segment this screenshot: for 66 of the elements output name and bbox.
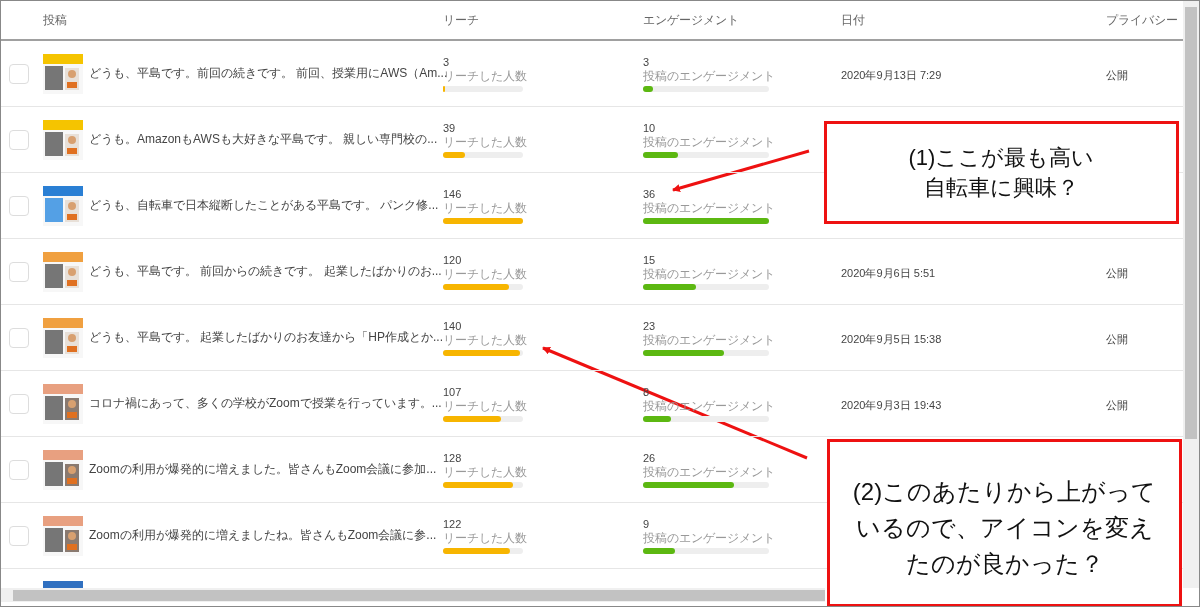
checkbox[interactable] bbox=[9, 525, 29, 546]
post-text[interactable]: Zoomの利用が爆発的に増えましたね。皆さんもZoom会議に参... bbox=[89, 527, 437, 544]
reach-count: 128 bbox=[443, 451, 463, 465]
callout-text: (2)このあたりから上がって bbox=[852, 477, 1157, 507]
checkbox[interactable] bbox=[9, 459, 29, 480]
engagement-label: 投稿のエンゲージメント bbox=[643, 201, 776, 216]
checkbox[interactable] bbox=[9, 63, 29, 84]
reach-count: 39 bbox=[443, 121, 457, 135]
checkbox[interactable] bbox=[9, 261, 29, 282]
callout-text: 自転車に興味？ bbox=[924, 173, 1079, 202]
date-cell: 2020年9月13日 7:29 bbox=[841, 68, 942, 81]
callout-text: たのが良かった？ bbox=[905, 549, 1104, 579]
reach-count: 120 bbox=[443, 253, 463, 267]
engagement-label: 投稿のエンゲージメント bbox=[643, 69, 776, 84]
reach-count: 146 bbox=[443, 187, 463, 201]
post-text[interactable]: どうも、自転車で日本縦断したことがある平島です。 パンク修... bbox=[89, 197, 439, 214]
engagement-label: 投稿のエンゲージメント bbox=[643, 135, 776, 150]
vertical-scrollbar[interactable] bbox=[1183, 1, 1199, 588]
post-text[interactable]: Zoomの利用が爆発的に増えました。皆さんもZoom会議に参加... bbox=[89, 461, 437, 478]
checkbox[interactable] bbox=[9, 393, 29, 414]
horizontal-scrollbar[interactable] bbox=[1, 588, 825, 602]
engagement-count: 36 bbox=[643, 187, 657, 201]
engagement-count: 10 bbox=[643, 121, 657, 135]
post-text[interactable]: どうも、平島です。 前回からの続きです。 起業したばかりのお... bbox=[89, 263, 442, 280]
checkbox[interactable] bbox=[9, 327, 29, 348]
date-cell: 2020年9月5日 15:38 bbox=[841, 332, 942, 345]
post-text[interactable]: どうも、平島です。 起業したばかりのお友達から「HP作成とか... bbox=[89, 329, 443, 346]
reach-label: リーチした人数 bbox=[443, 333, 528, 348]
reach-label: リーチした人数 bbox=[443, 399, 528, 414]
reach-count: 3 bbox=[443, 55, 451, 68]
engagement-label: 投稿のエンゲージメント bbox=[643, 399, 776, 414]
post-text[interactable]: どうも、平島です。前回の続きです。 前回、授業用にAWS（Am... bbox=[89, 65, 448, 82]
date-cell: 2020年9月3日 19:43 bbox=[841, 398, 942, 411]
column-header[interactable]: 日付 bbox=[841, 12, 865, 27]
privacy-cell: 公開 bbox=[1106, 332, 1128, 345]
reach-count: 122 bbox=[443, 517, 463, 531]
reach-label: リーチした人数 bbox=[443, 531, 528, 546]
reach-label: リーチした人数 bbox=[443, 465, 528, 480]
privacy-cell: 公開 bbox=[1106, 398, 1128, 411]
column-header[interactable]: エンゲージメント bbox=[643, 11, 739, 29]
checkbox[interactable] bbox=[9, 195, 29, 216]
engagement-label: 投稿のエンゲージメント bbox=[643, 333, 776, 348]
checkbox[interactable] bbox=[9, 129, 29, 150]
column-header[interactable]: リーチ bbox=[443, 11, 479, 29]
reach-label: リーチした人数 bbox=[443, 267, 528, 282]
engagement-count: 23 bbox=[643, 319, 657, 333]
reach-count: 140 bbox=[443, 319, 463, 333]
privacy-cell: 公開 bbox=[1106, 68, 1128, 81]
post-text[interactable]: どうも。AmazonもAWSも大好きな平島です。 親しい専門校の... bbox=[89, 131, 438, 148]
column-header[interactable]: 投稿 bbox=[43, 11, 67, 29]
engagement-count: 26 bbox=[643, 451, 657, 465]
engagement-label: 投稿のエンゲージメント bbox=[643, 465, 776, 480]
column-header[interactable]: プライバシー bbox=[1106, 12, 1178, 27]
engagement-label: 投稿のエンゲージメント bbox=[643, 531, 776, 546]
reach-label: リーチした人数 bbox=[443, 201, 528, 216]
date-cell: 2020年9月6日 5:51 bbox=[841, 266, 936, 279]
engagement-count: 3 bbox=[643, 55, 651, 69]
engagement-label: 投稿のエンゲージメント bbox=[643, 267, 776, 282]
engagement-count: 15 bbox=[643, 253, 657, 267]
engagement-count: 9 bbox=[643, 517, 651, 531]
reach-label: リーチした人数 bbox=[443, 135, 528, 150]
callout-text: (1)ここが最も高い bbox=[908, 143, 1095, 172]
callout-text: いるので、アイコンを変え bbox=[855, 513, 1154, 543]
reach-count: 107 bbox=[443, 385, 463, 399]
privacy-cell: 公開 bbox=[1106, 266, 1128, 279]
post-text[interactable]: コロナ禍にあって、多くの学校がZoomで授業を行っています。... bbox=[89, 395, 442, 412]
